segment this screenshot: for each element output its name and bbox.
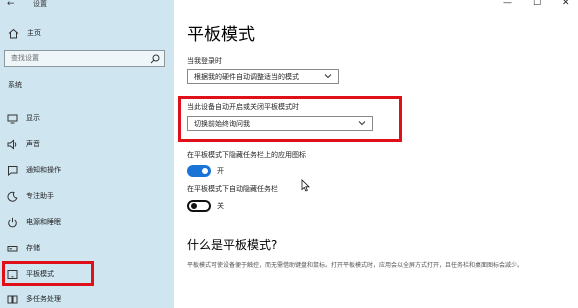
sidebar-item-sound[interactable]: 声音 (0, 133, 174, 155)
sidebar-item-display[interactable]: 显示 (0, 107, 174, 129)
sidebar-item-label: 声音 (26, 140, 40, 148)
signin-mode-select[interactable]: 根据我的硬件自动调整适当的模式 (187, 69, 339, 84)
section-title: 系统 (8, 81, 22, 89)
storage-icon (7, 246, 18, 252)
maximize-button[interactable]: ☐ (533, 0, 541, 9)
auto-hide-label: 在平板模式下自动隐藏任务栏 (187, 185, 278, 193)
power-icon (8, 217, 17, 228)
search-icon[interactable] (150, 54, 160, 64)
moon-icon (7, 191, 18, 202)
toggle-knob (202, 168, 208, 174)
minimize-button[interactable]: — (503, 0, 512, 9)
sidebar-item-focus-assist[interactable]: 专注助手 (0, 185, 174, 207)
mouse-cursor-icon (301, 179, 310, 192)
sidebar-item-notifications[interactable]: 通知和操作 (0, 159, 174, 181)
signin-label: 当我登录时 (187, 57, 222, 65)
sidebar-item-storage[interactable]: 存储 (0, 237, 174, 259)
sidebar-item-label: 多任务处理 (26, 295, 61, 303)
toggle-knob (191, 203, 197, 209)
auto-hide-toggle[interactable] (187, 200, 211, 212)
sidebar-item-label: 显示 (26, 114, 40, 122)
hide-icons-label: 在平板模式下隐藏任务栏上的应用图标 (187, 151, 306, 159)
sidebar-item-label: 主页 (27, 29, 41, 37)
sidebar: ← 设置 主页 查找设置 系统 显示 声音 通知和操作 专注助手 电源和睡眠 存… (0, 0, 174, 308)
sidebar-item-multitasking[interactable]: 多任务处理 (0, 288, 174, 308)
search-box[interactable]: 查找设置 (4, 50, 165, 67)
monitor-icon (7, 114, 18, 124)
auto-hide-state: 关 (217, 202, 224, 210)
back-arrow-icon[interactable]: ← (7, 0, 15, 9)
sidebar-item-label: 存储 (26, 244, 40, 252)
what-is-heading: 什么是平板模式? (187, 238, 278, 252)
speaker-icon (7, 139, 17, 150)
hide-icons-state: 开 (217, 167, 224, 175)
window-controls: — ☐ ✕ (498, 0, 578, 11)
tablet-mode-description: 平板模式可使设备便于触控，而无需借助键盘和鼠标。打开平板模式时，应用会以全屏方式… (187, 262, 524, 269)
notification-icon (8, 166, 18, 176)
title-bar: ← 设置 (0, 0, 174, 12)
home-icon (8, 28, 19, 39)
sidebar-item-label: 专注助手 (26, 192, 54, 200)
sidebar-item-label: 电源和睡眠 (26, 218, 61, 226)
signin-mode-value: 根据我的硬件自动调整适当的模式 (194, 73, 299, 81)
multitask-icon (7, 295, 18, 304)
close-button[interactable]: ✕ (562, 0, 570, 9)
auto-switch-highlight-box (178, 96, 402, 142)
search-input[interactable]: 查找设置 (11, 53, 39, 64)
sidebar-item-home[interactable]: 主页 (0, 25, 174, 43)
sidebar-item-power-sleep[interactable]: 电源和睡眠 (0, 211, 174, 233)
selected-item-highlight-box (2, 261, 94, 286)
chevron-down-icon (324, 74, 332, 79)
window-title: 设置 (33, 0, 47, 8)
sidebar-item-label: 通知和操作 (26, 166, 61, 174)
hide-icons-toggle[interactable] (187, 165, 211, 177)
page-title: 平板模式 (187, 25, 255, 45)
